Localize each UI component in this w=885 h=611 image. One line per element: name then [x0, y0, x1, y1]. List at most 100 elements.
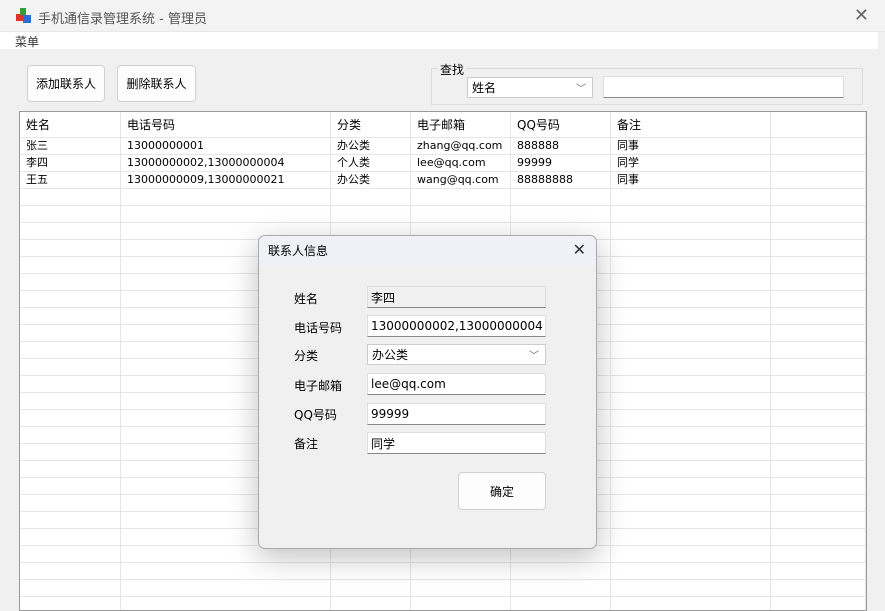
- table-row[interactable]: 张三 13000000001 办公类 zhang@qq.com 888888 同事: [20, 138, 866, 155]
- table-cell: [611, 206, 771, 222]
- table-cell: [511, 206, 611, 222]
- table-cell: [611, 325, 771, 341]
- table-cell: [20, 206, 121, 222]
- delete-contact-button[interactable]: 删除联系人: [117, 65, 196, 102]
- table-cell: [771, 512, 866, 528]
- table-cell: [611, 393, 771, 409]
- search-field-select[interactable]: 姓名 ﹀: [467, 77, 593, 98]
- note-field[interactable]: 同学: [367, 432, 546, 454]
- table-cell: [611, 563, 771, 579]
- table-header[interactable]: 姓名 电话号码 分类 电子邮箱 QQ号码 备注: [20, 112, 866, 138]
- table-cell: [20, 359, 121, 375]
- note-label: 备注: [294, 437, 319, 451]
- table-cell: [611, 546, 771, 562]
- window-title: 手机通信录管理系统 - 管理员: [38, 12, 207, 27]
- table-cell: 同事: [611, 138, 771, 154]
- empty-row[interactable]: [20, 563, 866, 580]
- table-cell: [611, 410, 771, 426]
- empty-row[interactable]: [20, 189, 866, 206]
- table-cell: [771, 597, 866, 610]
- table-cell: [331, 206, 411, 222]
- table-cell: [771, 308, 866, 324]
- close-icon[interactable]: ✕: [573, 240, 586, 259]
- table-cell: [771, 206, 866, 222]
- chevron-down-icon: ﹀: [529, 351, 539, 362]
- table-cell: [611, 189, 771, 205]
- table-cell: [611, 478, 771, 494]
- table-cell: [20, 563, 121, 579]
- column-header: 电话号码: [121, 112, 331, 137]
- table-cell: [771, 291, 866, 307]
- table-cell: [611, 512, 771, 528]
- table-cell: [611, 342, 771, 358]
- table-cell: [411, 597, 511, 610]
- table-row[interactable]: 李四 13000000002,13000000004 个人类 lee@qq.com 99…: [20, 155, 866, 172]
- empty-row[interactable]: [20, 206, 866, 223]
- table-cell: [771, 478, 866, 494]
- table-cell: [611, 240, 771, 256]
- table-cell: [611, 580, 771, 596]
- name-label: 姓名: [294, 292, 319, 306]
- table-cell: [20, 291, 121, 307]
- table-cell: [771, 427, 866, 443]
- table-cell: [771, 563, 866, 579]
- table-cell: [121, 563, 331, 579]
- table-cell: [611, 223, 771, 239]
- table-cell: [20, 512, 121, 528]
- phone-field[interactable]: 13000000002,13000000004: [367, 315, 546, 337]
- table-cell: [20, 597, 121, 610]
- table-cell: [20, 342, 121, 358]
- table-cell: 个人类: [331, 155, 411, 171]
- ok-button[interactable]: 确定: [458, 472, 546, 510]
- table-cell: [771, 376, 866, 392]
- table-cell: [771, 274, 866, 290]
- table-cell: [611, 308, 771, 324]
- table-cell: [771, 410, 866, 426]
- table-cell: [511, 563, 611, 579]
- table-cell: [771, 112, 866, 137]
- table-cell: [511, 580, 611, 596]
- table-cell: [331, 597, 411, 610]
- table-cell: [611, 427, 771, 443]
- table-cell: 同学: [611, 155, 771, 171]
- table-row[interactable]: 王五 13000000009,13000000021 办公类 wang@qq.com 8…: [20, 172, 866, 189]
- table-cell: [771, 444, 866, 460]
- table-cell: [611, 257, 771, 273]
- table-cell: [771, 529, 866, 545]
- table-cell: [611, 529, 771, 545]
- empty-row[interactable]: [20, 597, 866, 610]
- table-cell: [20, 189, 121, 205]
- table-cell: [771, 393, 866, 409]
- empty-row[interactable]: [20, 580, 866, 597]
- table-cell: [611, 461, 771, 477]
- category-select[interactable]: 办公类 ﹀: [367, 344, 546, 365]
- email-field[interactable]: lee@qq.com: [367, 373, 546, 395]
- qq-field[interactable]: 99999: [367, 403, 546, 425]
- search-input[interactable]: [603, 76, 844, 98]
- table-cell: lee@qq.com: [411, 155, 511, 171]
- menu-item[interactable]: 菜单: [15, 33, 39, 50]
- table-cell: [771, 359, 866, 375]
- table-cell: [771, 580, 866, 596]
- table-cell: [771, 495, 866, 511]
- table-cell: [121, 597, 331, 610]
- close-icon[interactable]: ✕: [854, 5, 869, 26]
- table-cell: [20, 223, 121, 239]
- search-field-value: 姓名: [472, 81, 497, 95]
- add-contact-button[interactable]: 添加联系人: [27, 65, 105, 102]
- table-cell: 王五: [20, 172, 121, 188]
- table-cell: 888888: [511, 138, 611, 154]
- table-cell: [20, 529, 121, 545]
- table-cell: [20, 546, 121, 562]
- column-header: 姓名: [20, 112, 121, 137]
- table-cell: [411, 189, 511, 205]
- table-cell: [331, 563, 411, 579]
- table-cell: [20, 393, 121, 409]
- table-cell: wang@qq.com: [411, 172, 511, 188]
- table-cell: [771, 546, 866, 562]
- table-cell: 99999: [511, 155, 611, 171]
- name-field[interactable]: 李四: [367, 286, 546, 308]
- table-cell: [771, 138, 866, 154]
- table-cell: [20, 461, 121, 477]
- table-cell: [771, 342, 866, 358]
